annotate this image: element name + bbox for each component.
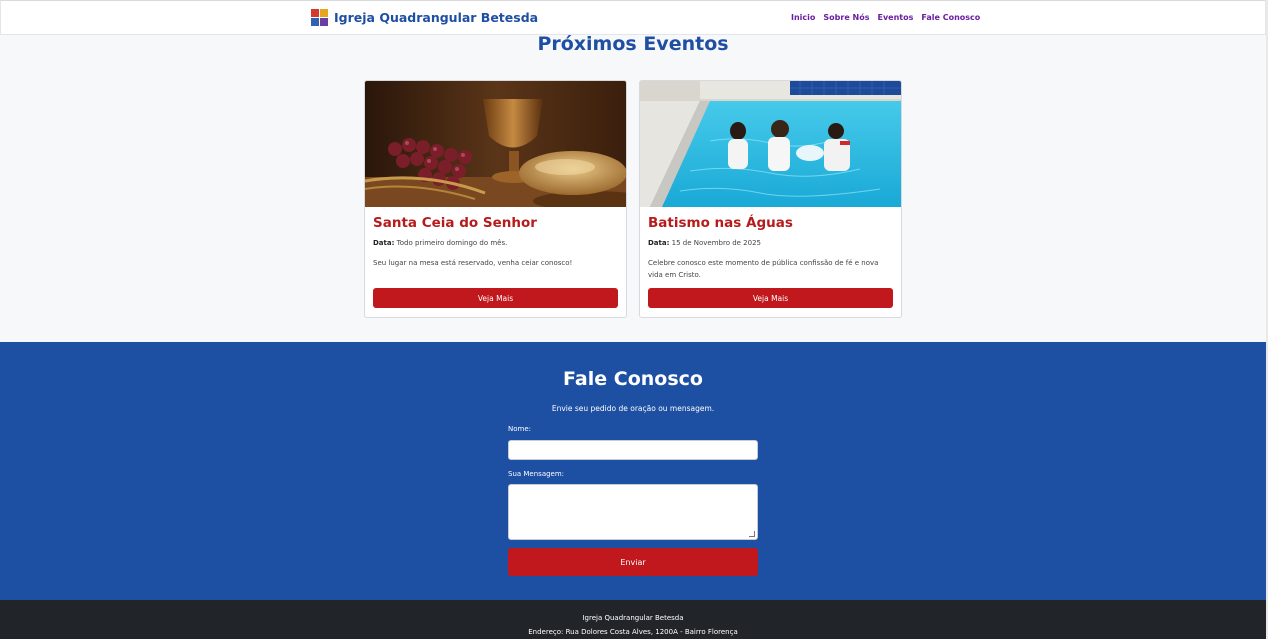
event-title: Santa Ceia do Senhor (373, 215, 537, 231)
nav-link-fale-conosco[interactable]: Fale Conosco (921, 13, 980, 22)
footer: Igreja Quadrangular Betesda Endereço: Ru… (0, 600, 1266, 639)
brand-name[interactable]: Igreja Quadrangular Betesda (334, 10, 538, 25)
event-description: Seu lugar na mesa está reservado, venha … (373, 259, 573, 267)
event-date: Data: Todo primeiro domingo do mês. (373, 239, 618, 247)
message-textarea[interactable] (508, 484, 758, 540)
church-logo-icon (311, 9, 328, 26)
event-card-santa-ceia: Santa Ceia do Senhor Data: Todo primeiro… (364, 80, 627, 318)
event-date-value: Todo primeiro domingo do mês. (396, 239, 508, 247)
name-label: Nome: (508, 425, 532, 433)
nav-link-sobre-nos[interactable]: Sobre Nós (823, 13, 869, 22)
event-description: Celebre conosco este momento de pública … (648, 259, 879, 279)
event-date-label: Data: (373, 239, 395, 247)
footer-address: Endereço: Rua Dolores Costa Alves, 1200A… (528, 628, 738, 636)
top-navbar: Igreja Quadrangular Betesda Inicio Sobre… (0, 0, 1266, 35)
see-more-button[interactable]: Veja Mais (648, 288, 893, 308)
communion-image (365, 81, 626, 207)
nav-link-eventos[interactable]: Eventos (878, 13, 914, 22)
contact-subtitle: Envie seu pedido de oração ou mensagem. (551, 404, 715, 413)
event-title: Batismo nas Águas (648, 215, 793, 231)
contact-section: Fale Conosco Envie seu pedido de oração … (0, 342, 1266, 600)
event-date: Data: 15 de Novembro de 2025 (648, 239, 893, 247)
brand[interactable]: Igreja Quadrangular Betesda (311, 9, 538, 26)
send-button[interactable]: Enviar (508, 548, 758, 576)
baptism-image (640, 81, 901, 207)
event-date-value: 15 de Novembro de 2025 (671, 239, 761, 247)
resize-handle-icon[interactable] (749, 531, 755, 537)
contact-title: Fale Conosco (563, 368, 703, 390)
see-more-button[interactable]: Veja Mais (373, 288, 618, 308)
main-nav: Inicio Sobre Nós Eventos Fale Conosco (791, 13, 980, 22)
name-input[interactable] (508, 440, 758, 460)
footer-church-name: Igreja Quadrangular Betesda (582, 614, 684, 622)
message-label: Sua Mensagem: (508, 470, 565, 478)
event-card-batismo: Batismo nas Águas Data: 15 de Novembro d… (639, 80, 902, 318)
event-date-label: Data: (648, 239, 670, 247)
nav-link-inicio[interactable]: Inicio (791, 13, 815, 22)
events-section-title: Próximos Eventos (537, 33, 729, 55)
